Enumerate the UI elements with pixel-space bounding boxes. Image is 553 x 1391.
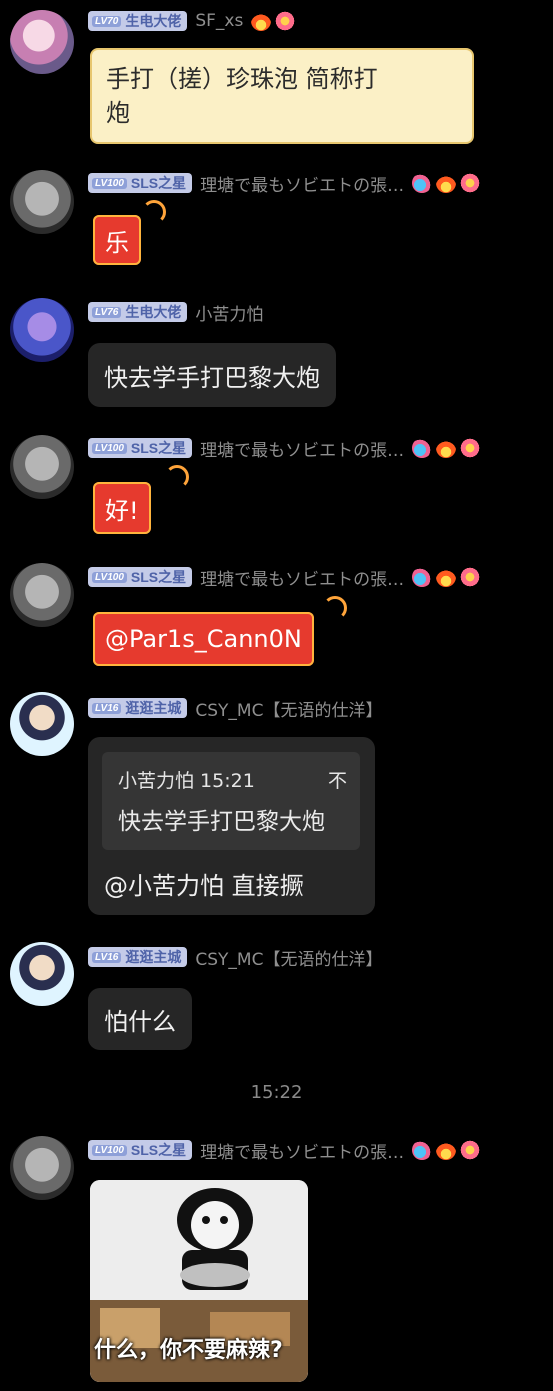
flower-icon	[460, 1140, 481, 1160]
message-bubble[interactable]: 怕什么	[88, 988, 192, 1050]
level-badge: LV76 生电大佬	[88, 302, 188, 322]
quote-header: 小苦力怕 15:21	[118, 770, 255, 792]
fire-icon	[436, 567, 457, 587]
message-bubble[interactable]: 手打（搓）珍珠泡 简称打 炮	[90, 48, 474, 144]
avatar[interactable]	[10, 942, 74, 1006]
flower-icon	[460, 567, 481, 587]
avatar[interactable]	[10, 298, 74, 362]
message-bubble[interactable]: @Par1s_Cann0N	[93, 612, 314, 666]
horn-decoration	[323, 596, 347, 620]
message-bubble[interactable]: 快去学手打巴黎大炮	[88, 343, 336, 407]
flower-icon	[460, 173, 481, 193]
quote-text: 快去学手打巴黎大炮	[118, 809, 325, 835]
dragon-icon	[412, 567, 433, 587]
fire-icon	[251, 11, 272, 31]
horn-decoration	[165, 465, 189, 489]
horn-decoration	[142, 200, 166, 224]
dragon-icon	[412, 1140, 433, 1160]
sender-name[interactable]: 理塘で最もソビエトの張…	[200, 436, 404, 461]
fire-icon	[436, 173, 457, 193]
message-text: @小苦力怕 直接撅	[104, 872, 304, 900]
fire-icon	[436, 1140, 457, 1160]
meme-image[interactable]: 什么，你不要麻辣?	[90, 1180, 308, 1382]
sender-name[interactable]: SF_xs	[195, 11, 243, 31]
message-bubble[interactable]: 好!	[93, 482, 151, 534]
sender-name[interactable]: CSY_MC【无语的仕洋】	[195, 696, 382, 721]
dragon-icon	[412, 438, 433, 458]
level-badge: LV70 生电大佬	[88, 11, 188, 31]
level-badge: LV16 逛逛主城	[88, 698, 188, 718]
level-badge: LV16 逛逛主城	[88, 947, 188, 967]
avatar[interactable]	[10, 435, 74, 499]
level-badge: LV100 SLS之星	[88, 567, 193, 587]
quote-tail: 不	[328, 770, 348, 792]
avatar[interactable]	[10, 170, 74, 234]
level-badge: LV100 SLS之星	[88, 1140, 193, 1160]
message-bubble[interactable]: 乐	[93, 215, 141, 265]
quoted-message[interactable]: 小苦力怕 15:21 不 快去学手打巴黎大炮	[102, 752, 360, 850]
fire-icon	[436, 438, 457, 458]
sender-name[interactable]: 理塘で最もソビエトの張…	[200, 1138, 404, 1163]
dragon-icon	[412, 173, 433, 193]
sender-name[interactable]: 理塘で最もソビエトの張…	[200, 171, 404, 196]
avatar[interactable]	[10, 1136, 74, 1200]
flower-icon	[275, 11, 296, 31]
sender-name[interactable]: 理塘で最もソビエトの張…	[200, 565, 404, 590]
meme-caption: 什么，你不要麻辣?	[94, 1338, 283, 1363]
avatar[interactable]	[10, 692, 74, 756]
timestamp: 15:22	[250, 1082, 303, 1103]
flower-icon	[460, 438, 481, 458]
sender-name[interactable]: CSY_MC【无语的仕洋】	[195, 945, 382, 970]
sender-name[interactable]: 小苦力怕	[195, 300, 263, 325]
avatar[interactable]	[10, 10, 74, 74]
avatar[interactable]	[10, 563, 74, 627]
level-badge: LV100 SLS之星	[88, 438, 193, 458]
level-badge: LV100 SLS之星	[88, 173, 193, 193]
